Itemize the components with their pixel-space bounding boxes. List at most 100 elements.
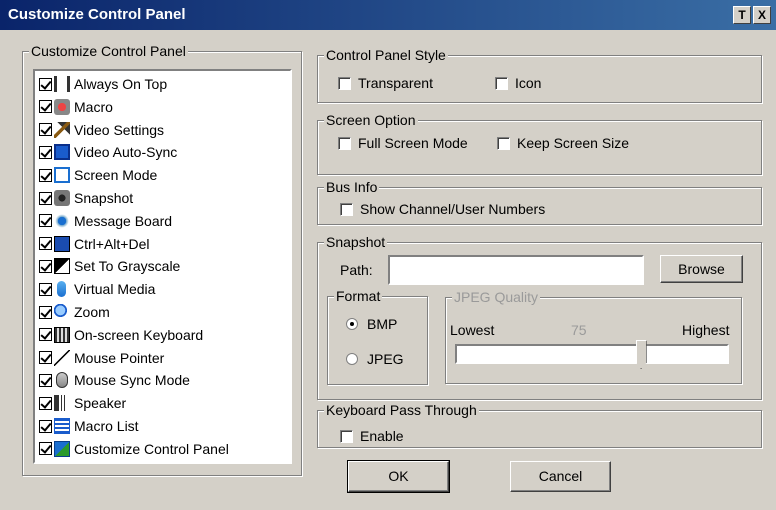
keep-screen-size-checkbox-box[interactable] <box>497 136 510 150</box>
camera-icon <box>54 190 70 206</box>
window-title: Customize Control Panel <box>8 6 186 23</box>
customize-list-item[interactable]: Screen Mode <box>39 164 157 186</box>
item-checkbox[interactable] <box>39 77 52 91</box>
quality-value: 75 <box>571 322 587 338</box>
item-checkbox[interactable] <box>39 351 52 365</box>
customize-list-item[interactable]: Zoom <box>39 301 110 323</box>
enable-checkbox[interactable]: Enable <box>340 428 404 444</box>
item-label: Mouse Pointer <box>74 349 165 366</box>
customize-list-item[interactable]: Message Board <box>39 210 172 232</box>
jpeg-radio-dot[interactable] <box>346 353 358 365</box>
show-numbers-checkbox-box[interactable] <box>340 202 353 216</box>
item-checkbox[interactable] <box>39 145 52 159</box>
customize-list-legend: Customize Control Panel <box>29 43 188 59</box>
bmp-radio[interactable]: BMP <box>346 316 397 332</box>
item-checkbox[interactable] <box>39 168 52 182</box>
jpeg-quality-slider-track[interactable] <box>455 344 729 364</box>
full-screen-checkbox-box[interactable] <box>338 136 351 150</box>
keyboard-pass-through-legend: Keyboard Pass Through <box>324 402 479 418</box>
keyboard-icon <box>54 326 70 343</box>
icon-checkbox-box[interactable] <box>495 76 508 90</box>
jpeg-radio[interactable]: JPEG <box>346 351 404 367</box>
format-group: Format <box>327 288 428 385</box>
icon-label: Icon <box>515 75 542 91</box>
item-checkbox[interactable] <box>39 191 52 205</box>
customize-list-item[interactable]: Snapshot <box>39 187 133 209</box>
customize-list-item[interactable]: Speaker <box>39 392 126 414</box>
highest-label: Highest <box>682 322 730 338</box>
customize-list-item[interactable]: Set To Grayscale <box>39 255 180 277</box>
cancel-button[interactable]: Cancel <box>510 461 611 492</box>
item-checkbox[interactable] <box>39 305 52 319</box>
jpeg-label: JPEG <box>367 351 404 367</box>
customize-list-item[interactable]: Macro <box>39 96 113 118</box>
control-panel-style-legend: Control Panel Style <box>324 47 448 63</box>
video-settings-icon <box>54 121 70 138</box>
ctrl-alt-del-icon <box>54 235 70 252</box>
item-checkbox[interactable] <box>39 396 52 410</box>
keep-screen-size-label: Keep Screen Size <box>517 135 630 151</box>
item-checkbox[interactable] <box>39 373 52 387</box>
item-checkbox[interactable] <box>39 123 52 137</box>
show-channel-user-numbers-checkbox[interactable]: Show Channel/User Numbers <box>340 201 545 217</box>
show-numbers-label: Show Channel/User Numbers <box>360 201 546 217</box>
close-button[interactable]: X <box>753 6 771 24</box>
bmp-radio-dot[interactable] <box>346 318 358 330</box>
transparent-checkbox[interactable]: Transparent <box>338 75 433 91</box>
item-checkbox[interactable] <box>39 442 52 456</box>
speaker-icon <box>54 395 70 412</box>
item-checkbox[interactable] <box>39 100 52 114</box>
mouse-icon <box>56 372 68 389</box>
screen-option-legend: Screen Option <box>324 112 418 128</box>
item-checkbox[interactable] <box>39 328 52 342</box>
jpeg-quality-group: JPEG Quality <box>445 289 742 384</box>
grayscale-icon <box>54 258 70 275</box>
customize-list-item[interactable]: Video Auto-Sync <box>39 141 177 163</box>
item-checkbox[interactable] <box>39 214 52 228</box>
transparent-checkbox-box[interactable] <box>338 76 351 90</box>
item-label: Screen Mode <box>74 167 158 184</box>
item-label: Zoom <box>74 304 110 320</box>
help-button[interactable]: T <box>733 6 751 24</box>
full-screen-mode-checkbox[interactable]: Full Screen Mode <box>338 135 468 151</box>
full-screen-label: Full Screen Mode <box>358 135 468 151</box>
message-board-icon <box>54 212 70 229</box>
ok-button[interactable]: OK <box>347 460 450 493</box>
customize-item-list[interactable]: Always On Top Macro Video Settings Video Au… <box>33 69 292 464</box>
item-label: On-screen Keyboard <box>74 326 204 343</box>
item-label: Customize Control Panel <box>74 440 229 457</box>
item-label: Virtual Media <box>74 281 156 298</box>
keep-screen-size-checkbox[interactable]: Keep Screen Size <box>497 135 629 151</box>
customize-list-item[interactable]: Customize Control Panel <box>39 438 229 460</box>
customize-icon <box>54 440 70 457</box>
zoom-icon <box>54 304 70 320</box>
icon-checkbox[interactable]: Icon <box>495 75 541 91</box>
customize-list-item[interactable]: Macro List <box>39 415 139 437</box>
path-input[interactable] <box>388 255 644 285</box>
item-checkbox[interactable] <box>39 419 52 433</box>
item-label: Always On Top <box>74 76 168 92</box>
macro-icon <box>54 98 70 115</box>
customize-list-item[interactable]: Ctrl+Alt+Del <box>39 233 149 255</box>
enable-checkbox-box[interactable] <box>340 429 353 443</box>
customize-list-item[interactable]: Virtual Media <box>39 278 155 300</box>
customize-list-item[interactable]: On-screen Keyboard <box>39 324 203 346</box>
format-legend: Format <box>334 288 383 304</box>
enable-label: Enable <box>360 428 404 444</box>
item-label: Ctrl+Alt+Del <box>74 235 150 252</box>
item-checkbox[interactable] <box>39 259 52 273</box>
customize-list-item[interactable]: Video Settings <box>39 119 164 141</box>
item-label: Macro <box>74 98 113 115</box>
item-checkbox[interactable] <box>39 282 52 296</box>
customize-list-item[interactable]: Mouse Pointer <box>39 347 164 369</box>
item-label: Speaker <box>74 395 127 412</box>
customize-control-panel-dialog: Customize Control Panel T X Customize Co… <box>0 0 776 510</box>
customize-list-item[interactable]: Mouse Sync Mode <box>39 369 190 391</box>
browse-button[interactable]: Browse <box>660 255 743 283</box>
item-checkbox[interactable] <box>39 237 52 251</box>
customize-list-item[interactable]: Always On Top <box>39 73 167 95</box>
path-label: Path: <box>340 262 373 278</box>
item-label: Macro List <box>74 418 139 434</box>
mouse-pointer-icon <box>54 349 70 366</box>
bmp-label: BMP <box>367 316 398 332</box>
